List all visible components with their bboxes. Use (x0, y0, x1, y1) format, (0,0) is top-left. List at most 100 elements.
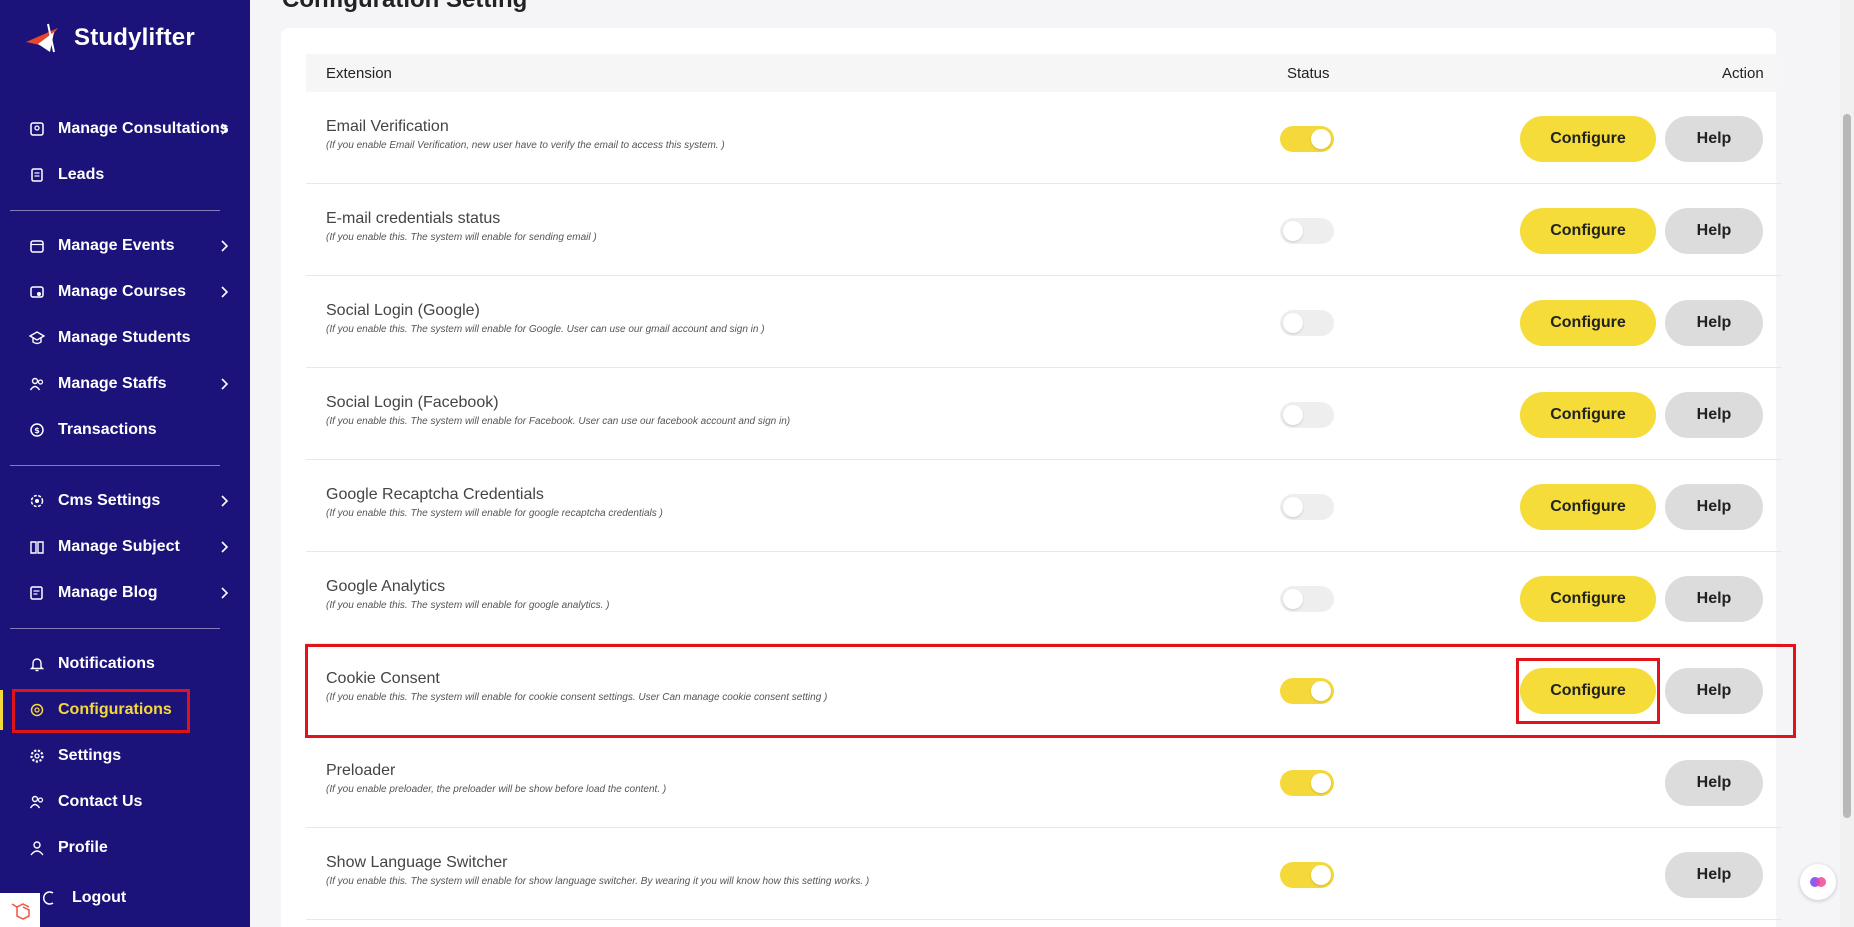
configure-button[interactable]: Configure (1520, 116, 1656, 162)
sidebar-item-label: Manage Subject (58, 538, 180, 555)
table-row: Preloader (If you enable preloader, the p… (306, 736, 1782, 828)
sidebar-item-logout[interactable]: Logout (12, 878, 242, 918)
sidebar-item-label: Transactions (58, 421, 157, 438)
sidebar-item-manage-blog[interactable]: Manage Blog (12, 573, 242, 613)
table-header: Extension Status Action (306, 54, 1782, 92)
sidebar-item-transactions[interactable]: $ Transactions (12, 410, 242, 450)
extension-description: (If you enable this. The system will ena… (326, 876, 870, 887)
table-row: Show Language Switcher (If you enable thi… (306, 828, 1782, 920)
toggle-knob (1283, 497, 1303, 517)
status-toggle[interactable] (1280, 770, 1334, 796)
extension-name: Social Login (Facebook) (326, 394, 499, 411)
scrollbar-thumb[interactable] (1843, 114, 1851, 818)
sidebar-item-manage-consultations[interactable]: Manage Consultations (12, 109, 242, 149)
courses-icon (28, 283, 46, 301)
status-toggle[interactable] (1280, 218, 1334, 244)
extension-name: E-mail credentials status (326, 210, 501, 227)
column-header-extension: Extension (326, 65, 392, 82)
table-row: E-mail credentials status (If you enable … (306, 184, 1782, 276)
staff-icon (28, 375, 46, 393)
assistant-icon[interactable] (1800, 864, 1836, 900)
sidebar: Studylifter Manage Consultations Leads M… (0, 0, 250, 927)
toggle-knob (1283, 221, 1303, 241)
students-icon (28, 329, 46, 347)
extension-description: (If you enable preloader, the preloader … (326, 784, 667, 795)
help-button[interactable]: Help (1665, 484, 1763, 530)
sidebar-item-manage-staffs[interactable]: Manage Staffs (12, 364, 242, 404)
sidebar-item-label: Cms Settings (58, 492, 161, 509)
configure-button[interactable]: Configure (1520, 484, 1656, 530)
sidebar-item-label: Contact Us (58, 793, 143, 810)
sidebar-item-notifications[interactable]: Notifications (12, 644, 242, 684)
sidebar-item-settings[interactable]: Settings (12, 736, 242, 776)
help-button[interactable]: Help (1665, 392, 1763, 438)
status-toggle[interactable] (1280, 126, 1334, 152)
configure-button[interactable]: Configure (1520, 392, 1656, 438)
help-button[interactable]: Help (1665, 668, 1763, 714)
status-toggle[interactable] (1280, 862, 1334, 888)
configure-button[interactable]: Configure (1520, 576, 1656, 622)
table-row: Google Recaptcha Credentials (If you enab… (306, 460, 1782, 552)
extension-description: (If you enable this. The system will ena… (326, 600, 610, 611)
calendar-icon (28, 237, 46, 255)
sidebar-item-label: Leads (58, 166, 105, 183)
column-header-action: Action (1722, 65, 1764, 82)
help-button[interactable]: Help (1665, 852, 1763, 898)
calendar-person-icon (28, 120, 46, 138)
sidebar-item-label: Manage Events (58, 237, 175, 254)
svg-text:$: $ (34, 426, 40, 435)
sidebar-item-manage-courses[interactable]: Manage Courses (12, 272, 242, 312)
book-icon (28, 538, 46, 556)
sidebar-item-manage-students[interactable]: Manage Students (12, 318, 242, 358)
logo-icon (26, 23, 58, 53)
status-toggle[interactable] (1280, 310, 1334, 336)
toggle-knob (1283, 313, 1303, 333)
extension-description: (If you enable this. The system will ena… (326, 324, 765, 335)
sidebar-item-leads[interactable]: Leads (12, 155, 242, 195)
sidebar-item-cms-settings[interactable]: Cms Settings (12, 481, 242, 521)
laravel-logo-icon (0, 893, 40, 927)
sidebar-item-profile[interactable]: Profile (12, 828, 242, 868)
extension-description: (If you enable this. The system will ena… (326, 232, 597, 243)
extension-description: (If you enable Email Verification, new u… (326, 140, 725, 151)
status-toggle[interactable] (1280, 678, 1334, 704)
sidebar-item-manage-events[interactable]: Manage Events (12, 226, 242, 266)
help-button[interactable]: Help (1665, 760, 1763, 806)
page-title: Configuration Setting (282, 0, 527, 14)
table-row: Google Analytics (If you enable this. The… (306, 552, 1782, 644)
help-button[interactable]: Help (1665, 116, 1763, 162)
toggle-knob (1311, 681, 1331, 701)
configure-button[interactable]: Configure (1520, 208, 1656, 254)
configure-button[interactable]: Configure (1520, 300, 1656, 346)
sidebar-item-contact-us[interactable]: Contact Us (12, 782, 242, 822)
status-toggle[interactable] (1280, 586, 1334, 612)
status-toggle[interactable] (1280, 402, 1334, 428)
sidebar-item-label: Settings (58, 747, 122, 764)
sidebar-divider (10, 210, 220, 211)
toggle-knob (1283, 589, 1303, 609)
sidebar-item-label: Logout (72, 889, 127, 906)
help-button[interactable]: Help (1665, 300, 1763, 346)
bell-icon (28, 655, 46, 673)
help-button[interactable]: Help (1665, 576, 1763, 622)
logout-icon (42, 889, 60, 907)
config-icon (28, 701, 46, 719)
toggle-knob (1311, 865, 1331, 885)
extension-name: Google Recaptcha Credentials (326, 486, 544, 503)
help-button[interactable]: Help (1665, 208, 1763, 254)
sidebar-divider (10, 465, 220, 466)
table-row: Social Login (Google) (If you enable this… (306, 276, 1782, 368)
extension-description: (If you enable this. The system will ena… (326, 416, 791, 427)
toggle-knob (1283, 405, 1303, 425)
status-toggle[interactable] (1280, 494, 1334, 520)
sidebar-item-label: Manage Consultations (58, 120, 229, 137)
sidebar-item-label: Manage Staffs (58, 375, 167, 392)
sidebar-item-manage-subject[interactable]: Manage Subject (12, 527, 242, 567)
column-header-status: Status (1287, 65, 1330, 82)
sidebar-item-configurations[interactable]: Configurations (12, 690, 242, 730)
sidebar-item-label: Manage Courses (58, 283, 187, 300)
app-logo[interactable]: Studylifter (24, 22, 195, 54)
table-row: Cookie Consent (If you enable this. The s… (306, 644, 1782, 736)
sidebar-item-label: Manage Blog (58, 584, 158, 601)
configure-button[interactable]: Configure (1520, 668, 1656, 714)
